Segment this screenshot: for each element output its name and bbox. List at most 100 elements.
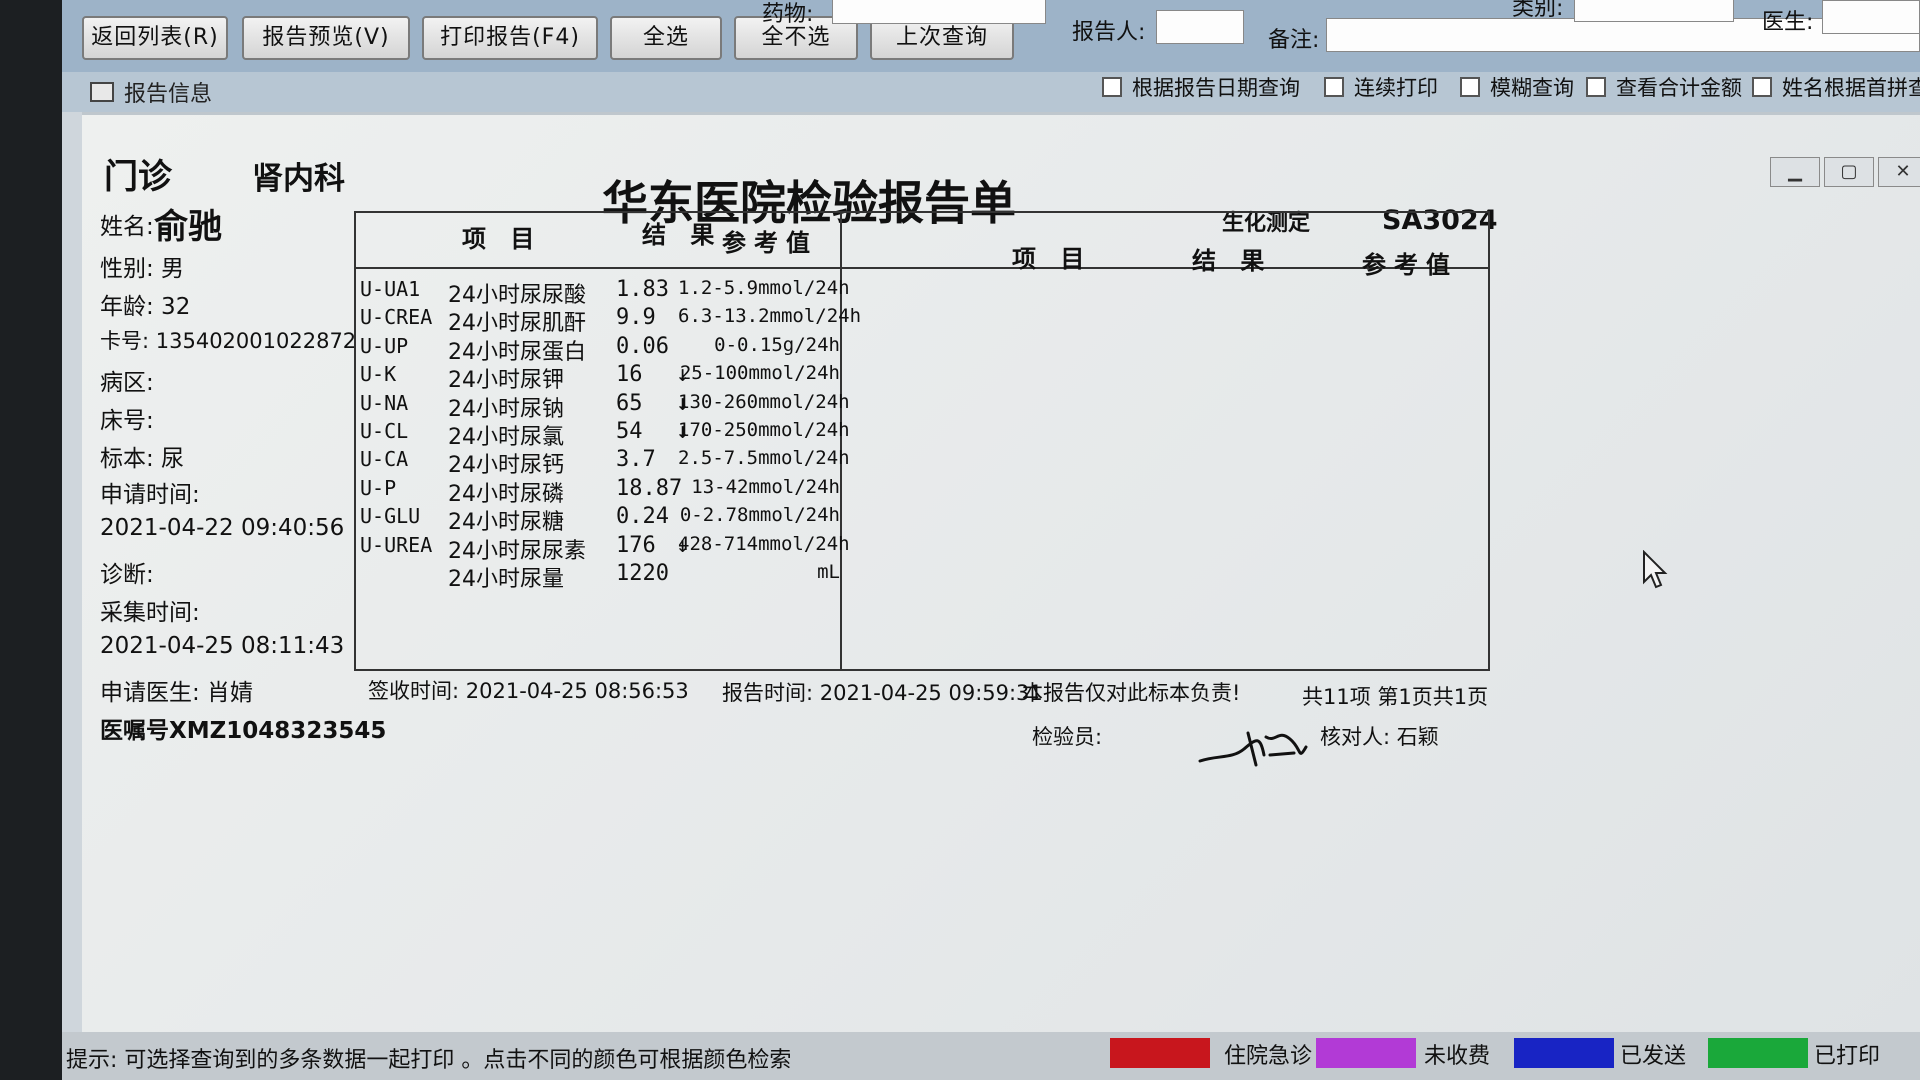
item-reference: 2.5-7.5mmol/24h — [678, 447, 850, 470]
disclaimer: 本报告仅对此标本负责! — [1022, 681, 1241, 705]
item-reference: mL — [817, 561, 840, 583]
legend-swatch-unpaid[interactable] — [1316, 1038, 1416, 1068]
checkbox-continuous-print[interactable]: 连续打印 — [1324, 72, 1438, 102]
specimen: 标本: 尿 — [100, 446, 185, 472]
table-row: U-GLU 24小时尿糖 0.24 0-2.78mmol/24h — [360, 504, 840, 536]
header-result-right: 结 果 — [1192, 247, 1273, 275]
name-label: 姓名: — [100, 214, 154, 240]
checkbox-box[interactable] — [1102, 77, 1122, 97]
item-name: 24小时尿糖 — [448, 510, 564, 536]
patient-name: 俞驰 — [154, 207, 222, 247]
mouse-cursor-icon — [1643, 550, 1668, 589]
status-hint: 提示: 可选择查询到的多条数据一起打印 。点击不同的颜色可根据颜色检索 — [66, 1048, 792, 1073]
category-label: 类别: — [1512, 0, 1564, 21]
diagnosis: 诊断: — [100, 562, 154, 588]
patient-bed: 床号: — [100, 408, 154, 434]
item-reference: 0-0.15g/24h — [714, 333, 840, 356]
checkbox-label: 姓名根据首拼查询 — [1782, 76, 1920, 100]
checkbox-label: 连续打印 — [1354, 76, 1438, 100]
patient-ward: 病区: — [100, 370, 154, 396]
patient-card: 卡号: 135402001022872 — [100, 329, 357, 353]
doctor-label: 医生: — [1762, 10, 1814, 35]
item-reference: 6.3-13.2mmol/24h — [678, 305, 862, 328]
item-reference: 130-260mmol/24h — [678, 390, 850, 413]
department: 肾内科 — [252, 161, 345, 197]
item-name: 24小时尿钙 — [448, 453, 564, 479]
print-report-button[interactable]: 打印报告(F4) — [422, 16, 598, 60]
section-title: 报告信息 — [90, 76, 212, 108]
patient-age: 年龄: 32 — [100, 294, 191, 320]
table-row: U-UREA 24小时尿尿素 176 ↓ 428-714mmol/24h — [360, 532, 850, 564]
item-reference: 13-42mmol/24h — [691, 475, 840, 498]
item-code: U-GLU — [360, 504, 421, 529]
legend-swatch-printed[interactable] — [1708, 1038, 1808, 1068]
request-doctor: 申请医生: 肖婧 — [100, 680, 254, 706]
checkbox-box[interactable] — [1460, 77, 1480, 97]
item-code: U-UP — [360, 333, 409, 358]
item-code: U-UREA — [360, 532, 433, 557]
checkbox-box[interactable] — [1752, 77, 1772, 97]
header-result-left: 结 果 — [642, 221, 723, 249]
checkbox-total-amount[interactable]: 查看合计金额 — [1586, 72, 1742, 102]
item-name: 24小时尿蛋白 — [448, 339, 586, 365]
legend-label-unpaid: 未收费 — [1424, 1044, 1491, 1069]
minimize-icon[interactable]: ▁ — [1770, 157, 1820, 187]
status-bar: 提示: 可选择查询到的多条数据一起打印 。点击不同的颜色可根据颜色检索 住院急诊… — [62, 1032, 1920, 1080]
item-reference: 428-714mmol/24h — [678, 532, 850, 555]
item-code: U-P — [360, 475, 397, 500]
inspector-label: 检验员: — [1032, 725, 1103, 749]
item-name: 24小时尿尿酸 — [448, 283, 586, 308]
inspector-signature — [1198, 731, 1308, 767]
request-time-label: 申请时间: — [100, 482, 200, 508]
table-header-line — [354, 267, 1490, 269]
window-icon — [90, 82, 114, 102]
collect-time-label: 采集时间: — [100, 600, 200, 626]
doctor-input[interactable] — [1822, 0, 1920, 34]
table-row: U-UA1 24小时尿尿酸 1.83 1.2-5.9mmol/24h — [360, 277, 850, 308]
note-label: 备注: — [1268, 28, 1320, 53]
checkbox-label: 查看合计金额 — [1616, 76, 1742, 100]
table-row: U-NA 24小时尿钠 65 ↓ 130-260mmol/24h — [360, 390, 850, 422]
checkbox-fuzzy-query[interactable]: 模糊查询 — [1460, 72, 1574, 102]
request-time: 2021-04-22 09:40:56 — [100, 515, 345, 541]
checkbox-box[interactable] — [1324, 77, 1344, 97]
close-icon[interactable]: ✕ — [1878, 157, 1920, 187]
maximize-icon[interactable]: ▢ — [1824, 157, 1874, 187]
back-to-list-button[interactable]: 返回列表(R) — [82, 16, 228, 60]
table-row: U-K 24小时尿钾 16 ↓ 25-100mmol/24h — [360, 362, 840, 394]
report-time: 报告时间: 2021-04-25 09:59:31 — [722, 681, 1043, 705]
section-title-text: 报告信息 — [124, 82, 213, 107]
item-name: 24小时尿量 — [448, 567, 564, 592]
item-code: U-CL — [360, 419, 409, 443]
legend-label-sent: 已发送 — [1620, 1044, 1687, 1069]
legend-label-inpatient-emergency: 住院急诊 — [1224, 1044, 1313, 1069]
header-reference-left: 参考值 — [722, 229, 818, 257]
item-reference: 0-2.78mmol/24h — [679, 504, 840, 527]
page-info: 共11项 第1页共1页 — [1302, 685, 1489, 709]
patient-sex: 性别: 男 — [100, 256, 185, 282]
legend-label-printed: 已打印 — [1814, 1044, 1881, 1069]
visit-type: 门诊 — [104, 157, 172, 197]
checkbox-report-date-query[interactable]: 根据报告日期查询 — [1102, 72, 1300, 102]
header-item-right: 项 目 — [1012, 245, 1093, 273]
legend-swatch-sent[interactable] — [1514, 1038, 1614, 1068]
checkbox-name-initials[interactable]: 姓名根据首拼查询 — [1752, 72, 1920, 102]
report-preview-button[interactable]: 报告预览(V) — [242, 16, 410, 60]
drug-input[interactable] — [832, 0, 1046, 24]
category-input[interactable] — [1574, 0, 1734, 22]
legend-swatch-inpatient-emergency[interactable] — [1110, 1038, 1210, 1068]
table-row: U-CA 24小时尿钙 3.7 2.5-7.5mmol/24h — [360, 447, 850, 479]
checkbox-box[interactable] — [1586, 77, 1606, 97]
select-all-button[interactable]: 全选 — [610, 16, 722, 60]
app-screen: 返回列表(R) 报告预览(V) 打印报告(F4) 全选 全不选 上次查询 药物:… — [62, 0, 1920, 1080]
checkbox-label: 模糊查询 — [1490, 76, 1574, 100]
drug-label: 药物: — [762, 2, 814, 27]
reporter-input[interactable] — [1156, 10, 1244, 44]
collect-time: 2021-04-25 08:11:43 — [100, 633, 345, 659]
item-name: 24小时尿钾 — [448, 368, 564, 394]
item-name: 24小时尿肌酐 — [448, 311, 586, 337]
checker: 核对人: 石颖 — [1320, 725, 1439, 749]
item-name: 24小时尿尿素 — [448, 538, 586, 564]
item-code: U-CA — [360, 447, 409, 472]
item-name: 24小时尿氯 — [448, 425, 564, 450]
